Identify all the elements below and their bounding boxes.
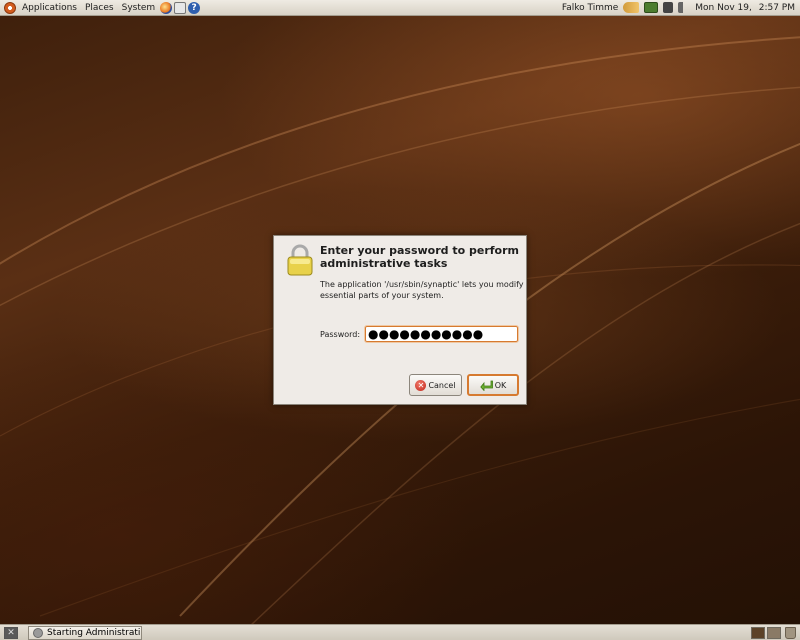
- workspace-switcher: [751, 626, 781, 639]
- mail-icon[interactable]: [174, 1, 187, 14]
- authentication-dialog: Enter your password to perform administr…: [273, 235, 527, 405]
- trash-icon[interactable]: [785, 626, 796, 639]
- dialog-title: Enter your password to perform administr…: [320, 244, 520, 270]
- workspace-1[interactable]: [751, 626, 765, 639]
- user-name[interactable]: Falko Timme: [562, 3, 618, 13]
- main-menu: Applications Places System ?: [0, 0, 201, 15]
- cancel-button[interactable]: ✕ Cancel: [409, 374, 462, 396]
- firefox-icon[interactable]: [160, 1, 173, 14]
- update-icon[interactable]: [663, 2, 674, 13]
- volume-icon[interactable]: [678, 2, 691, 13]
- cancel-icon: ✕: [415, 379, 427, 391]
- clock-time: 2:57 PM: [758, 2, 795, 13]
- places-menu[interactable]: Places: [81, 0, 118, 16]
- ok-label: OK: [494, 380, 507, 390]
- task-icon: [33, 627, 43, 638]
- system-menu[interactable]: System: [118, 0, 160, 16]
- fish-applet-icon[interactable]: [623, 2, 640, 13]
- password-label: Password:: [320, 330, 361, 339]
- cancel-label: Cancel: [428, 380, 456, 390]
- panel-tray: Falko Timme Mon Nov 19, 2:57 PM: [562, 0, 800, 15]
- help-icon[interactable]: ?: [188, 1, 201, 14]
- bottom-panel: ✕ Starting Administrati...: [0, 624, 800, 640]
- applications-menu[interactable]: Applications: [18, 0, 81, 16]
- lock-icon: [287, 244, 313, 276]
- ok-arrow-icon: [479, 380, 493, 391]
- ubuntu-logo-icon[interactable]: [4, 1, 16, 14]
- dialog-message: The application '/usr/sbin/synaptic' let…: [320, 280, 524, 300]
- show-desktop-icon[interactable]: ✕: [4, 626, 18, 639]
- password-field[interactable]: ●●●●●●●●●●●: [364, 325, 519, 343]
- workspace-2[interactable]: [767, 626, 781, 639]
- taskbar-item-label: Starting Administrati...: [47, 627, 142, 638]
- network-icon[interactable]: [644, 2, 659, 13]
- ok-button[interactable]: OK: [467, 374, 519, 396]
- top-panel: Applications Places System ? Falko Timme…: [0, 0, 800, 16]
- clock[interactable]: Mon Nov 19, 2:57 PM: [695, 3, 795, 13]
- taskbar-item[interactable]: Starting Administrati...: [28, 625, 142, 640]
- clock-date: Mon Nov 19,: [695, 2, 752, 13]
